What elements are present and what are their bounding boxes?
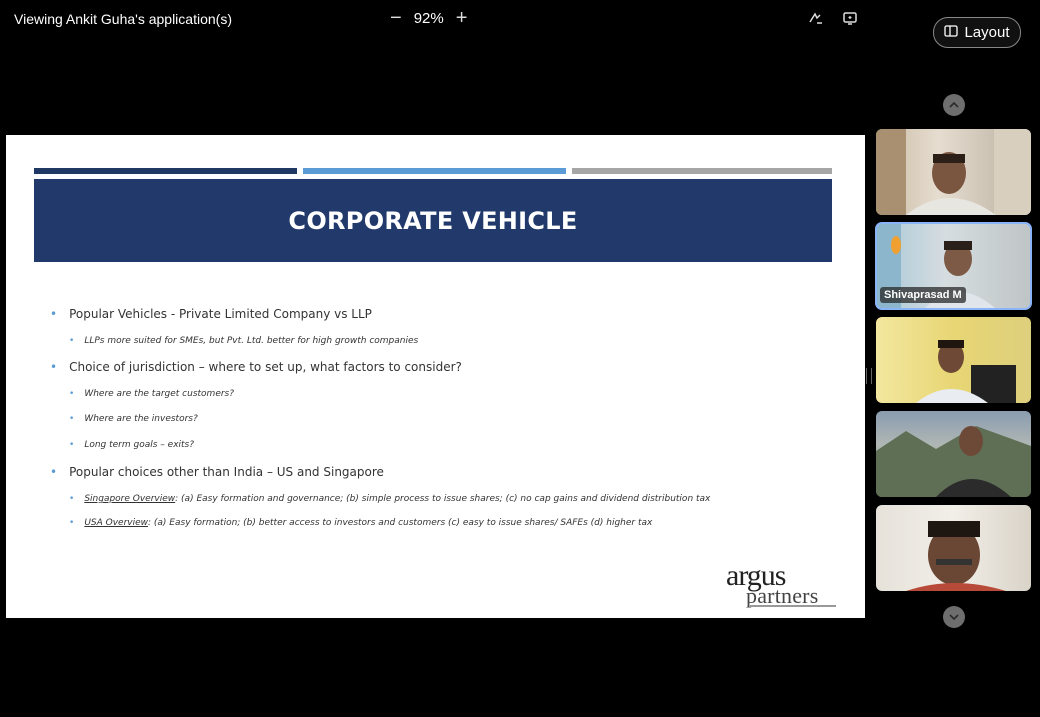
participant-tile[interactable] [876, 411, 1031, 497]
zoom-in-button[interactable]: + [456, 8, 468, 28]
participant-tile[interactable] [876, 505, 1031, 591]
sub-bullet-item: • Where are the investors? [69, 414, 198, 424]
slide-rule-blue [303, 168, 566, 174]
zoom-value: 92% [413, 9, 444, 27]
participant-video [876, 426, 1031, 497]
panel-resize-handle[interactable] [866, 368, 872, 384]
participant-tile[interactable] [876, 317, 1031, 403]
sub-bullet-item: • Where are the target customers? [69, 389, 235, 399]
popout-screen-icon[interactable] [842, 10, 858, 26]
participant-name: Shivaprasad M [880, 287, 966, 303]
sub-bullet-item: • USA Overview: (a) Easy formation; (b) b… [69, 518, 653, 528]
sub-bullet-item: • Long term goals – exits? [69, 440, 195, 450]
viewing-label: Viewing Ankit Guha's application(s) [14, 11, 232, 27]
scroll-down-button[interactable] [943, 606, 965, 628]
presentation-slide: CORPORATE VEHICLE • Popular Vehicles - Pr… [6, 135, 865, 618]
bullet-item: • Popular Vehicles - Private Limited Comp… [50, 307, 372, 321]
slide-rule-gray [572, 168, 832, 174]
argus-partners-logo: argus partners [726, 559, 836, 608]
layout-icon [944, 24, 959, 41]
zoom-control: − 92% + [390, 8, 468, 28]
bullet-item: • Choice of jurisdiction – where to set u… [50, 360, 462, 374]
chevron-up-icon [949, 96, 959, 114]
zoom-out-button[interactable]: − [390, 8, 402, 28]
shared-screen-area: Viewing Ankit Guha's application(s) − 92… [0, 0, 866, 717]
bullet-item: • Popular choices other than India – US a… [50, 465, 384, 479]
annotate-icon[interactable] [808, 10, 824, 26]
participant-tile-active[interactable]: Shivaprasad M [875, 222, 1032, 310]
chevron-down-icon [949, 608, 959, 626]
participant-video [906, 521, 1006, 591]
layout-button[interactable]: Layout [933, 17, 1021, 48]
layout-label: Layout [964, 24, 1010, 41]
scroll-up-button[interactable] [943, 94, 965, 116]
share-toolbar: Viewing Ankit Guha's application(s) − 92… [0, 0, 866, 40]
slide-title-banner: CORPORATE VEHICLE [34, 179, 832, 262]
participant-video [916, 340, 1016, 403]
participant-video [876, 129, 1031, 215]
slide-title: CORPORATE VEHICLE [288, 206, 578, 235]
sub-bullet-item: • Singapore Overview: (a) Easy formation … [69, 494, 711, 504]
slide-rule-dark [34, 168, 297, 174]
sub-bullet-item: • LLPs more suited for SMEs, but Pvt. Ltd… [69, 336, 419, 346]
participant-tile[interactable] [876, 129, 1031, 215]
